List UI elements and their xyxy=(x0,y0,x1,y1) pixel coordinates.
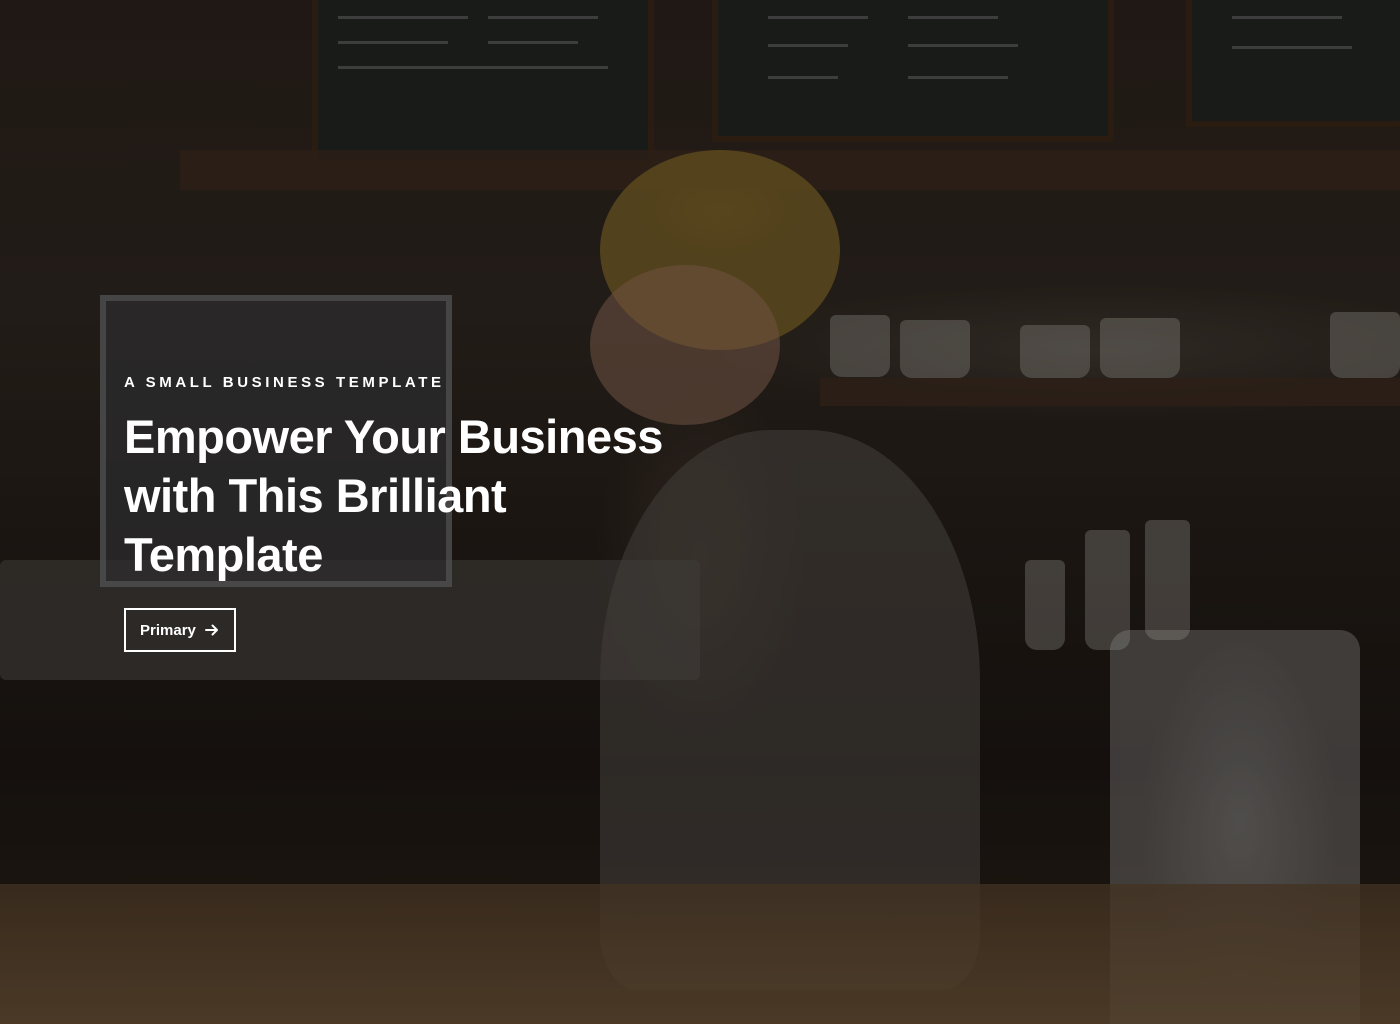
primary-button[interactable]: Primary xyxy=(124,608,236,652)
hero-content: A SMALL BUSINESS TEMPLATE Empower Your B… xyxy=(124,373,684,652)
primary-button-label: Primary xyxy=(140,621,196,639)
hero-eyebrow: A SMALL BUSINESS TEMPLATE xyxy=(124,374,445,391)
hero-section: A SMALL BUSINESS TEMPLATE Empower Your B… xyxy=(0,0,1400,1024)
hero-headline: Empower Your Business with This Brillian… xyxy=(124,410,663,581)
arrow-right-icon xyxy=(204,622,220,638)
